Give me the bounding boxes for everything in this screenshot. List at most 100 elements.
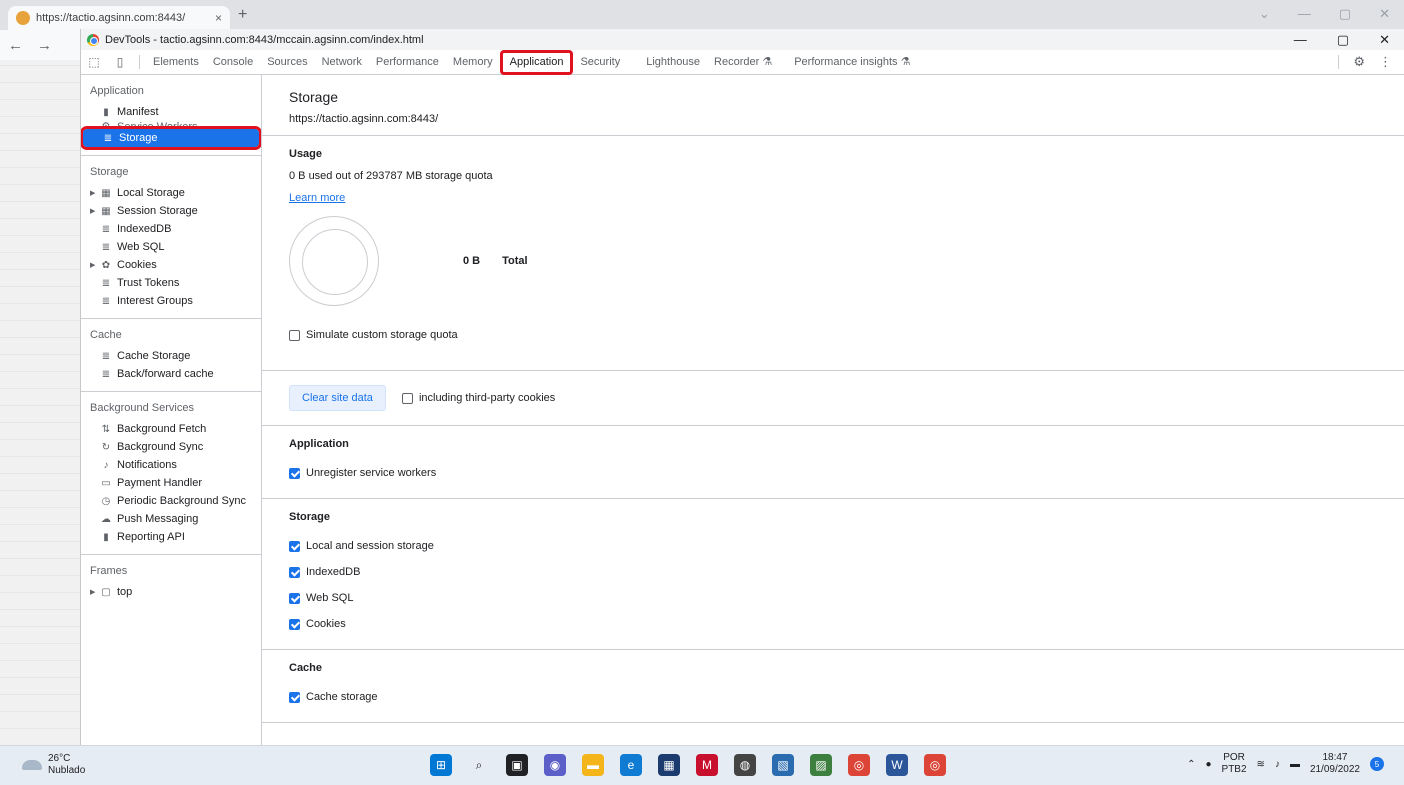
sidebar-item-cache-storage[interactable]: ≣ Cache Storage <box>81 347 261 365</box>
tab-lighthouse[interactable]: Lighthouse <box>639 50 707 75</box>
windows-start-icon[interactable]: ⊞ <box>430 754 452 776</box>
gear-icon[interactable]: ⚙ <box>1353 54 1365 70</box>
learn-more-link[interactable]: Learn more <box>289 192 345 204</box>
notification-badge[interactable]: 5 <box>1370 757 1384 771</box>
sidebar-item-payment-handler[interactable]: ▭ Payment Handler <box>81 474 261 492</box>
close-icon[interactable]: ✕ <box>1379 6 1390 22</box>
close-tab-icon[interactable]: × <box>215 11 222 25</box>
database-icon: ≣ <box>101 223 111 235</box>
simulate-quota-checkbox[interactable] <box>289 329 300 341</box>
sidebar-item-indexeddb[interactable]: ≣ IndexedDB <box>81 220 261 238</box>
option-web-sql[interactable]: Web SQL <box>289 585 1377 611</box>
edge-icon[interactable]: e <box>620 754 642 776</box>
file-explorer-icon[interactable]: ▬ <box>582 754 604 776</box>
forward-arrow-icon[interactable]: → <box>37 37 52 54</box>
dell-icon[interactable]: ◍ <box>734 754 756 776</box>
tab-memory[interactable]: Memory <box>446 50 500 75</box>
language-indicator[interactable]: POR PTB2 <box>1222 752 1247 776</box>
option-cache-storage[interactable]: Cache storage <box>289 684 1377 710</box>
option-unregister-sw[interactable]: Unregister service workers <box>289 460 1377 486</box>
tab-performance[interactable]: Performance <box>369 50 446 75</box>
chrome-icon[interactable]: ◎ <box>848 754 870 776</box>
minimize-icon[interactable]: — <box>1294 32 1307 48</box>
sidebar-header: Cache <box>90 329 122 341</box>
third-party-cookies-checkbox[interactable] <box>401 392 413 404</box>
sidebar-item-background-fetch[interactable]: ⇅ Background Fetch <box>81 420 261 438</box>
clear-site-data-button[interactable]: Clear site data <box>289 385 386 411</box>
sidebar-item-periodic-background-sync[interactable]: ◷ Periodic Background Sync <box>81 492 261 510</box>
back-arrow-icon[interactable]: ← <box>8 37 23 54</box>
checkbox[interactable] <box>289 618 300 630</box>
more-options-icon[interactable]: ⋮ <box>1379 54 1392 70</box>
tab-application[interactable]: Application <box>499 49 574 75</box>
option-local-session-storage[interactable]: Local and session storage <box>289 533 1377 559</box>
word-icon[interactable]: W <box>886 754 908 776</box>
battery-icon[interactable]: ▬ <box>1290 759 1300 770</box>
option-cookies[interactable]: Cookies <box>289 611 1377 637</box>
checkbox[interactable] <box>289 566 300 578</box>
expand-triangle-icon[interactable]: ▶ <box>90 261 98 269</box>
teams-chat-icon[interactable]: ◉ <box>544 754 566 776</box>
tab-console[interactable]: Console <box>206 50 260 75</box>
application-options-section: Application Unregister service workers <box>262 426 1404 499</box>
sidebar-item-notifications[interactable]: ♪ Notifications <box>81 456 261 474</box>
weather-widget[interactable]: 26°C Nublado <box>22 753 85 777</box>
sidebar-item-reporting-api[interactable]: ▮ Reporting API <box>81 528 261 546</box>
new-tab-button[interactable]: + <box>238 6 247 24</box>
minimize-icon[interactable]: — <box>1298 6 1311 22</box>
tab-performance-insights[interactable]: Performance insights ⚗ <box>787 50 917 75</box>
sidebar-item-local-storage[interactable]: ▶ ▦ Local Storage <box>81 184 261 202</box>
checkbox[interactable] <box>289 540 300 552</box>
checkbox[interactable] <box>289 691 300 703</box>
clear-data-row: Clear site data including third-party co… <box>262 371 1404 426</box>
tab-network[interactable]: Network <box>315 50 369 75</box>
expand-triangle-icon[interactable]: ▶ <box>90 207 98 215</box>
sidebar-item-manifest[interactable]: ▮ Manifest <box>81 103 261 121</box>
expand-triangle-icon[interactable]: ▶ <box>90 189 98 197</box>
simulate-quota-row[interactable]: Simulate custom storage quota <box>289 322 1377 348</box>
chevron-down-icon[interactable]: ⌄ <box>1259 6 1270 22</box>
sidebar-item-interest-groups[interactable]: ≣ Interest Groups <box>81 292 261 310</box>
checkbox[interactable] <box>289 592 300 604</box>
app-icon[interactable]: ▧ <box>772 754 794 776</box>
option-indexeddb[interactable]: IndexedDB <box>289 559 1377 585</box>
sidebar-item-frame-top[interactable]: ▶ ▢ top <box>81 583 261 601</box>
sidebar-item-session-storage[interactable]: ▶ ▦ Session Storage <box>81 202 261 220</box>
chevron-up-icon[interactable]: ⌃ <box>1187 759 1195 770</box>
sidebar-item-web-sql[interactable]: ≣ Web SQL <box>81 238 261 256</box>
sidebar-item-trust-tokens[interactable]: ≣ Trust Tokens <box>81 274 261 292</box>
device-toolbar-icon[interactable]: ▯ <box>107 55 133 69</box>
sidebar-item-service-workers[interactable]: ⚙ Service Workers <box>81 121 261 129</box>
checkbox[interactable] <box>289 467 300 479</box>
store-icon[interactable]: ▦ <box>658 754 680 776</box>
browser-tab[interactable]: https://tactio.agsinn.com:8443/ × <box>8 6 230 30</box>
chrome-icon[interactable]: ◎ <box>924 754 946 776</box>
volume-icon[interactable]: ♪ <box>1275 759 1280 770</box>
sidebar-item-push-messaging[interactable]: ☁ Push Messaging <box>81 510 261 528</box>
search-icon[interactable]: ⌕ <box>468 754 490 776</box>
panel-header: Storage https://tactio.agsinn.com:8443/ <box>262 75 1404 136</box>
sidebar-item-back-forward-cache[interactable]: ≣ Back/forward cache <box>81 365 261 383</box>
close-icon[interactable]: ✕ <box>1379 32 1390 48</box>
clock[interactable]: 18:47 21/09/2022 <box>1310 752 1360 776</box>
sidebar-section-background-services: Background Services ⇅ Background Fetch ↻… <box>81 392 261 555</box>
tab-recorder[interactable]: Recorder ⚗ <box>707 50 779 75</box>
sidebar-item-cookies[interactable]: ▶ ✿ Cookies <box>81 256 261 274</box>
chart-app-icon[interactable]: ▨ <box>810 754 832 776</box>
tray-app-icon[interactable]: ● <box>1205 759 1211 770</box>
sidebar-item-storage[interactable]: ≣ Storage <box>81 126 261 150</box>
toolbar-divider <box>1338 55 1340 69</box>
maximize-icon[interactable]: ▢ <box>1339 6 1351 22</box>
inspect-element-icon[interactable]: ⬚ <box>81 55 107 69</box>
tab-sources[interactable]: Sources <box>260 50 314 75</box>
maximize-icon[interactable]: ▢ <box>1337 32 1349 48</box>
tab-elements[interactable]: Elements <box>146 50 206 75</box>
weather-temp: 26°C <box>48 753 71 764</box>
expand-triangle-icon[interactable]: ▶ <box>90 588 98 596</box>
tab-security[interactable]: Security <box>573 50 627 75</box>
wifi-icon[interactable]: ≋ <box>1257 759 1265 770</box>
mcafee-icon[interactable]: M <box>696 754 718 776</box>
sidebar-item-background-sync[interactable]: ↻ Background Sync <box>81 438 261 456</box>
grid-icon: ▦ <box>101 205 111 217</box>
task-view-icon[interactable]: ▣ <box>506 754 528 776</box>
